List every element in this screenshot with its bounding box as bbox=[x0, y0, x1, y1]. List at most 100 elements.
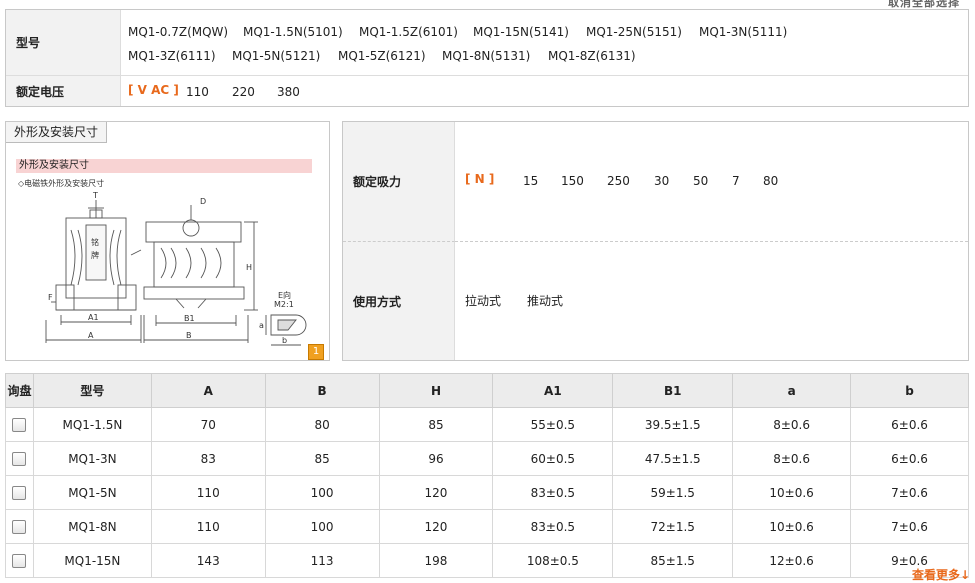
table-row: MQ1-1.5N 70 80 85 55±0.5 39.5±1.5 8±0.6 … bbox=[5, 407, 969, 442]
table-cell: 100 bbox=[264, 509, 380, 544]
table-cell: MQ1-8N bbox=[32, 509, 152, 544]
table-cell: 12±0.6 bbox=[732, 543, 852, 578]
label-b: b bbox=[282, 336, 287, 345]
filter-panel: 型号 MQ1-0.7Z(MQW) MQ1-1.5N(5101) MQ1-1.5Z… bbox=[5, 9, 969, 107]
spec-label-mode: 使用方式 bbox=[343, 242, 455, 360]
table-cell: 60±0.5 bbox=[492, 441, 614, 476]
voltage-option[interactable]: 380 bbox=[277, 85, 300, 99]
column-header: 型号 bbox=[32, 373, 152, 408]
model-option[interactable]: MQ1-8N(5131) bbox=[442, 49, 530, 63]
filter-label-voltage: 额定电压 bbox=[6, 76, 121, 106]
voltage-unit: [ V AC ] bbox=[128, 83, 179, 97]
model-option[interactable]: MQ1-5N(5121) bbox=[232, 49, 320, 63]
table-cell: 80 bbox=[264, 407, 380, 442]
column-header: B1 bbox=[612, 373, 734, 408]
column-header: A bbox=[150, 373, 266, 408]
inquiry-cell bbox=[5, 543, 34, 578]
model-option[interactable]: MQ1-8Z(6131) bbox=[548, 49, 636, 63]
table-cell: 59±1.5 bbox=[612, 475, 734, 510]
force-option[interactable]: 250 bbox=[607, 174, 630, 188]
table-row: MQ1-15N 143 113 198 108±0.5 85±1.5 12±0.… bbox=[5, 543, 969, 578]
table-cell: 113 bbox=[264, 543, 380, 578]
force-option[interactable]: 15 bbox=[523, 174, 538, 188]
dimension-table: 询盘 型号 A B H A1 B1 a b MQ1-1.5N 70 80 85 … bbox=[5, 373, 969, 578]
inquiry-cell bbox=[5, 475, 34, 510]
table-cell: 120 bbox=[378, 509, 494, 544]
force-option[interactable]: 50 bbox=[693, 174, 708, 188]
table-cell: 39.5±1.5 bbox=[612, 407, 734, 442]
table-cell: 100 bbox=[264, 475, 380, 510]
model-option[interactable]: MQ1-25N(5151) bbox=[586, 25, 682, 39]
label-a: a bbox=[259, 321, 264, 330]
column-header: 询盘 bbox=[5, 373, 34, 408]
label-e-view: E向 bbox=[278, 290, 291, 300]
tab-dimensions[interactable]: 外形及安装尺寸 bbox=[6, 122, 108, 143]
label-B: B bbox=[186, 331, 192, 340]
label-D: D bbox=[200, 197, 206, 206]
filter-row-model: 型号 MQ1-0.7Z(MQW) MQ1-1.5N(5101) MQ1-1.5Z… bbox=[6, 10, 968, 76]
label-A: A bbox=[88, 331, 94, 340]
force-option[interactable]: 7 bbox=[732, 174, 740, 188]
inquiry-cell bbox=[5, 407, 34, 442]
table-cell: 10±0.6 bbox=[732, 509, 852, 544]
label-T: T bbox=[92, 191, 98, 200]
table-cell: 8±0.6 bbox=[732, 407, 852, 442]
table-cell: 85±1.5 bbox=[612, 543, 734, 578]
inquiry-checkbox[interactable] bbox=[12, 519, 27, 534]
voltage-option[interactable]: 110 bbox=[186, 85, 209, 99]
solenoid-drawing: T D H F A1 A B1 B E向 M2:1 a b 铭 牌 bbox=[45, 191, 307, 346]
table-cell: 7±0.6 bbox=[850, 509, 969, 544]
table-cell: 143 bbox=[150, 543, 266, 578]
dimension-diagram-panel: 外形及安装尺寸 外形及安装尺寸 ◇电磁铁外形及安装尺寸 T D H F A1 A… bbox=[5, 121, 330, 361]
table-cell: 110 bbox=[150, 509, 266, 544]
table-cell: 120 bbox=[378, 475, 494, 510]
inquiry-cell bbox=[5, 441, 34, 476]
model-option[interactable]: MQ1-1.5N(5101) bbox=[243, 25, 343, 39]
table-cell: 6±0.6 bbox=[850, 441, 969, 476]
model-option[interactable]: MQ1-15N(5141) bbox=[473, 25, 569, 39]
table-cell: 72±1.5 bbox=[612, 509, 734, 544]
table-cell: 108±0.5 bbox=[492, 543, 614, 578]
model-option[interactable]: MQ1-0.7Z(MQW) bbox=[128, 25, 228, 39]
label-A1: A1 bbox=[88, 313, 99, 322]
table-cell: MQ1-3N bbox=[32, 441, 152, 476]
inquiry-checkbox[interactable] bbox=[12, 485, 27, 500]
table-cell: 6±0.6 bbox=[850, 407, 969, 442]
table-cell: 47.5±1.5 bbox=[612, 441, 734, 476]
voltage-option[interactable]: 220 bbox=[232, 85, 255, 99]
label-H: H bbox=[246, 263, 252, 272]
table-row: MQ1-8N 110 100 120 83±0.5 72±1.5 10±0.6 … bbox=[5, 509, 969, 544]
label-scale: M2:1 bbox=[274, 300, 294, 309]
label-F: F bbox=[48, 293, 53, 302]
table-row: MQ1-5N 110 100 120 83±0.5 59±1.5 10±0.6 … bbox=[5, 475, 969, 510]
model-option[interactable]: MQ1-3N(5111) bbox=[699, 25, 787, 39]
table-cell: MQ1-5N bbox=[32, 475, 152, 510]
inquiry-checkbox[interactable] bbox=[12, 553, 27, 568]
table-cell: MQ1-15N bbox=[32, 543, 152, 578]
filter-label-model: 型号 bbox=[6, 10, 121, 75]
table-cell: 83±0.5 bbox=[492, 509, 614, 544]
nameplate-text: 牌 bbox=[91, 250, 99, 260]
table-row: MQ1-3N 83 85 96 60±0.5 47.5±1.5 8±0.6 6±… bbox=[5, 441, 969, 476]
inquiry-checkbox[interactable] bbox=[12, 451, 27, 466]
force-unit: [ N ] bbox=[465, 172, 495, 186]
mode-option[interactable]: 推动式 bbox=[527, 292, 563, 309]
inquiry-checkbox[interactable] bbox=[12, 417, 27, 432]
filter-row-voltage: 额定电压 [ V AC ] 110 220 380 bbox=[6, 76, 968, 106]
model-option[interactable]: MQ1-5Z(6121) bbox=[338, 49, 426, 63]
column-header: H bbox=[378, 373, 494, 408]
column-header: B bbox=[264, 373, 380, 408]
mode-option[interactable]: 拉动式 bbox=[465, 292, 501, 309]
model-option[interactable]: MQ1-1.5Z(6101) bbox=[359, 25, 458, 39]
force-option[interactable]: 150 bbox=[561, 174, 584, 188]
label-B1: B1 bbox=[184, 314, 195, 323]
inquiry-cell bbox=[5, 509, 34, 544]
table-cell: 55±0.5 bbox=[492, 407, 614, 442]
view-more-link[interactable]: 查看更多↓ bbox=[912, 566, 970, 583]
table-cell: 110 bbox=[150, 475, 266, 510]
force-option[interactable]: 30 bbox=[654, 174, 669, 188]
table-header-row: 询盘 型号 A B H A1 B1 a b bbox=[5, 373, 969, 408]
zoom-badge[interactable]: 1 bbox=[308, 344, 324, 360]
model-option[interactable]: MQ1-3Z(6111) bbox=[128, 49, 216, 63]
force-option[interactable]: 80 bbox=[763, 174, 778, 188]
